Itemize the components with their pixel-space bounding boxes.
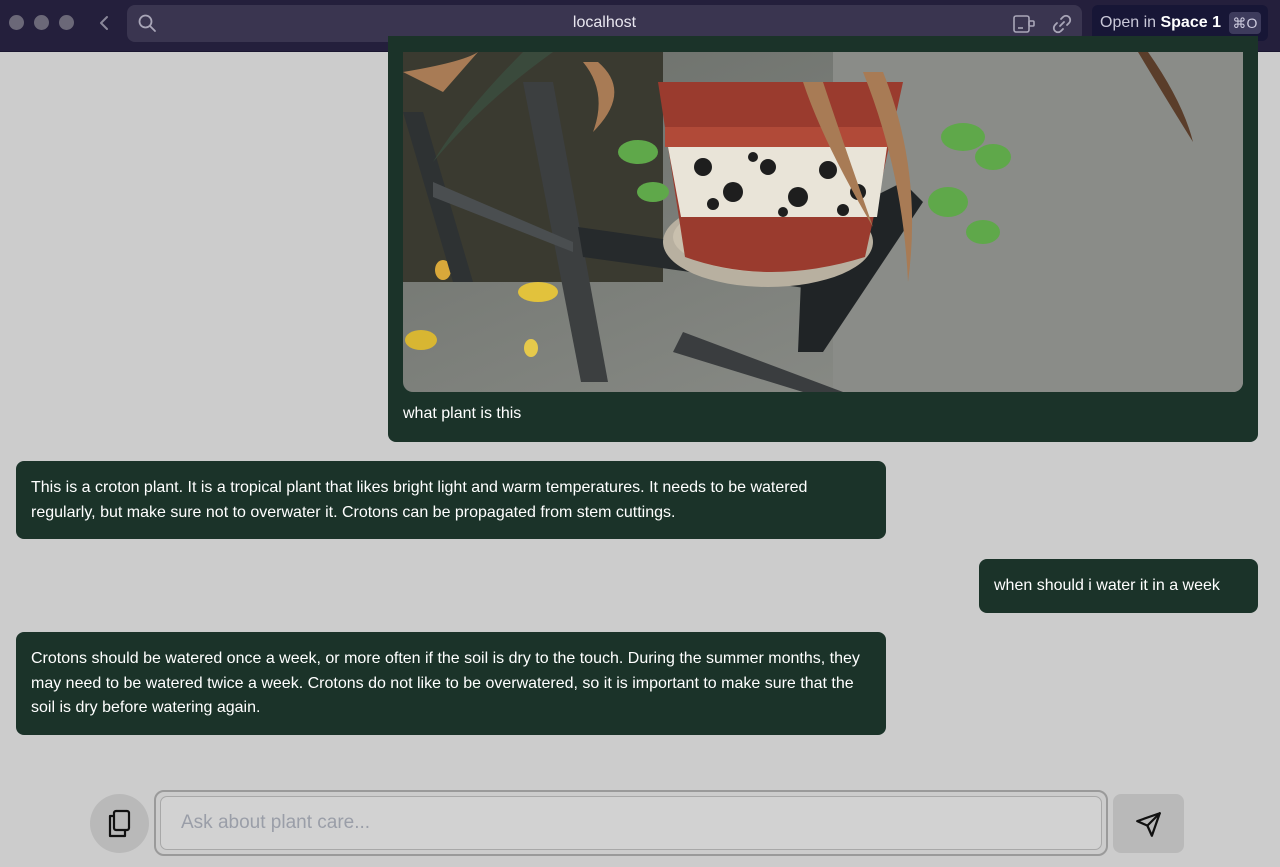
send-icon <box>1136 812 1161 837</box>
assistant-message: Crotons should be watered once a week, o… <box>16 632 886 735</box>
copy-icon <box>108 809 131 838</box>
maximize-window-button[interactable] <box>59 15 74 30</box>
assistant-message-text: Crotons should be watered once a week, o… <box>31 650 860 716</box>
user-message-text: what plant is this <box>403 405 522 422</box>
plant-photo <box>403 52 1243 392</box>
open-in-label: Open in <box>1100 14 1161 31</box>
copy-button[interactable] <box>90 794 149 853</box>
minimize-window-button[interactable] <box>34 15 49 30</box>
link-icon[interactable] <box>1051 13 1073 35</box>
back-icon[interactable] <box>95 13 113 33</box>
close-window-button[interactable] <box>9 15 24 30</box>
shortcut-badge: ⌘O <box>1229 12 1261 34</box>
url-text: localhost <box>572 14 637 31</box>
space-name: Space 1 <box>1160 14 1221 31</box>
message-input-wrapper <box>154 790 1108 856</box>
send-button[interactable] <box>1113 794 1184 853</box>
message-input[interactable] <box>160 796 1102 850</box>
user-message: when should i water it in a week <box>979 559 1258 613</box>
user-message-with-image: what plant is this <box>388 36 1258 442</box>
extension-icon[interactable] <box>1012 13 1036 35</box>
assistant-message: This is a croton plant. It is a tropical… <box>16 461 886 539</box>
user-message-text: when should i water it in a week <box>994 577 1220 594</box>
assistant-message-text: This is a croton plant. It is a tropical… <box>31 479 808 521</box>
